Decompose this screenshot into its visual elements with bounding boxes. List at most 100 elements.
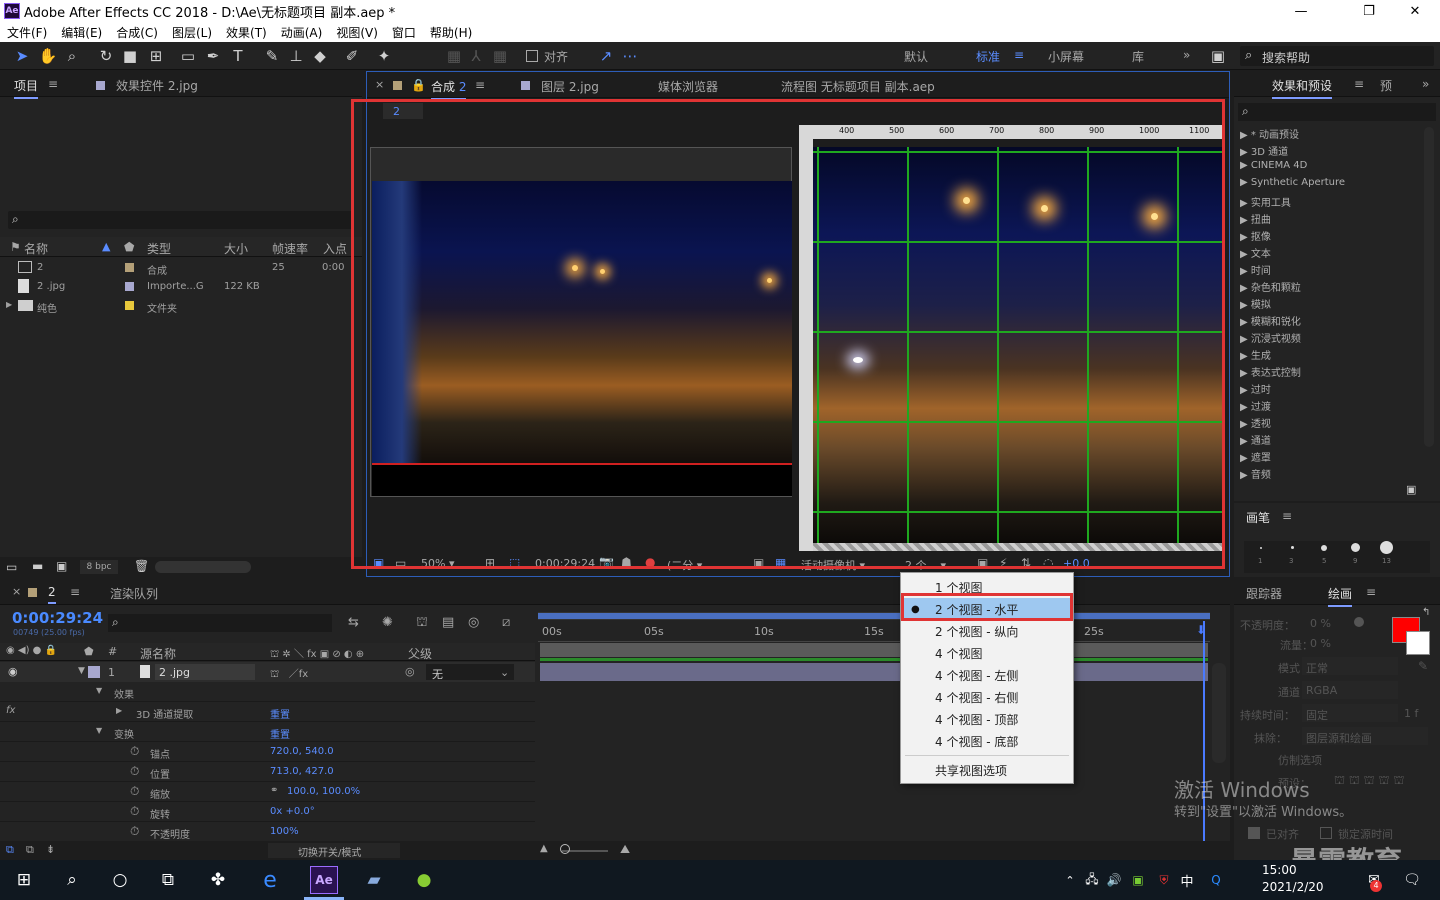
timeline-scrollbar[interactable] — [1212, 663, 1226, 763]
cortana-icon[interactable]: ○ — [106, 866, 134, 894]
eraser-tool-icon[interactable]: ◆ — [310, 46, 330, 66]
tab-layer[interactable]: 图层 2.jpg — [541, 78, 599, 95]
menu-edit[interactable]: 编辑(E) — [54, 24, 109, 41]
property-row[interactable]: ⏱ 锚点 720.0, 540.0 — [0, 742, 535, 762]
zoom-slider-handle[interactable] — [560, 844, 570, 854]
brush-tip[interactable] — [1351, 543, 1360, 552]
effects-category[interactable]: ▶ 表达式控制 — [1240, 364, 1301, 379]
property-value[interactable]: 713.0, 427.0 — [270, 766, 334, 777]
property-value[interactable]: 720.0, 540.0 — [270, 746, 334, 757]
collapse-arrow-icon[interactable]: ▼ — [96, 686, 102, 695]
property-row[interactable]: ⏱ 缩放 ⚭ 100.0, 100.0% — [0, 782, 535, 802]
effects-category[interactable]: ▶ 3D 通道 — [1240, 143, 1288, 158]
property-value[interactable]: 100.0, 100.0% — [287, 786, 360, 797]
effects-category[interactable]: ▶ 扭曲 — [1240, 211, 1271, 226]
brush-tip[interactable] — [1380, 541, 1393, 554]
pan-behind-tool-icon[interactable]: ⊞ — [146, 46, 166, 66]
project-search-input[interactable]: ⌕ — [8, 211, 352, 229]
lock-icon[interactable]: 🔒 — [411, 78, 426, 92]
layer-label-swatch[interactable] — [88, 666, 100, 678]
effects-category[interactable]: ▶ 过渡 — [1240, 398, 1271, 413]
menu-layer[interactable]: 图层(L) — [165, 24, 219, 41]
mode-dropdown[interactable]: 正常 — [1302, 657, 1398, 675]
col-name[interactable]: 名称 — [24, 240, 48, 257]
tab-media-browser[interactable]: 媒体浏览器 — [658, 78, 718, 95]
comp-menu-icon[interactable]: ≡ — [475, 78, 485, 92]
stopwatch-icon[interactable]: ⏱ — [130, 744, 139, 759]
project-item-footage[interactable]: 2 .jpg Importe...G 122 KB — [0, 277, 362, 296]
tab-effects-presets[interactable]: 效果和预设 — [1272, 77, 1333, 99]
shy-layers-icon[interactable]: ⛫ — [416, 615, 428, 632]
transfer-controls-icon[interactable]: ⧉ — [26, 843, 34, 857]
maximize-button[interactable]: ❐ — [1346, 0, 1392, 22]
effects-category[interactable]: ▶ 实用工具 — [1240, 194, 1291, 209]
effects-category[interactable]: ▶ 文本 — [1240, 245, 1271, 260]
menu-effect[interactable]: 效果(T) — [219, 24, 274, 41]
interpret-footage-icon[interactable]: ▭ — [6, 560, 17, 574]
zoom-tool-icon[interactable]: ⌕ — [62, 46, 82, 66]
hand-tool-icon[interactable]: ✋ — [38, 46, 58, 66]
menu-4-views-bottom[interactable]: 4 个视图 - 底部 — [901, 730, 1073, 752]
property-row[interactable]: ▼ 变换 重置 — [0, 722, 535, 742]
eyedropper-icon[interactable]: ✎ — [1418, 659, 1428, 673]
constrain-link-icon[interactable]: ⚭ — [270, 785, 278, 796]
graph-editor-icon[interactable]: ⧄ — [502, 615, 510, 630]
effects-category[interactable]: ▶ 模拟 — [1240, 296, 1271, 311]
in-out-icon[interactable]: ⇟ — [46, 843, 55, 856]
ime-indicator[interactable]: 中 — [1173, 866, 1201, 894]
project-scrollbar[interactable] — [155, 561, 251, 573]
effects-category[interactable]: ▶ 模糊和锐化 — [1240, 313, 1301, 328]
aligned-checkbox[interactable] — [1248, 827, 1260, 839]
workspace-library[interactable]: 库 — [1132, 48, 1144, 65]
bit-depth-button[interactable]: 8 bpc — [80, 560, 118, 574]
brush-tool-icon[interactable]: ✎ — [262, 46, 282, 66]
effects-category[interactable]: ▶ Synthetic Aperture — [1240, 177, 1345, 188]
eye-icon[interactable]: ◉ — [8, 665, 18, 678]
layer-duration-bar[interactable] — [540, 663, 1208, 681]
col-in[interactable]: 入点 — [323, 240, 347, 257]
ie-browser-icon[interactable]: e — [256, 866, 284, 894]
snap-grid-icon[interactable]: ⋯ — [620, 46, 640, 66]
channel-dropdown[interactable]: RGBA — [1302, 681, 1398, 699]
expand-arrow-icon[interactable]: ▶ — [116, 706, 122, 715]
brush-tip[interactable] — [1321, 545, 1327, 551]
expand-arrow-icon[interactable]: ▶ — [6, 300, 12, 309]
menu-4-views[interactable]: 4 个视图 — [901, 642, 1073, 664]
effects-menu-icon[interactable]: ≡ — [1354, 77, 1364, 91]
effects-category[interactable]: ▶ CINEMA 4D — [1240, 160, 1307, 171]
new-preset-icon[interactable]: ▣ — [1406, 483, 1416, 496]
tab-tracker[interactable]: 跟踪器 — [1246, 585, 1282, 602]
work-area-bar[interactable] — [538, 612, 1210, 620]
comp-duration-bar[interactable] — [540, 643, 1208, 657]
axis-view-icon[interactable]: ▦ — [490, 46, 510, 66]
frame-blending-icon[interactable]: ▤ — [442, 615, 454, 630]
property-row[interactable]: ⏱ 位置 713.0, 427.0 — [0, 762, 535, 782]
pinwheel-app-icon[interactable]: ✤ — [204, 866, 232, 894]
timeline-search-input[interactable]: ⌕ — [108, 614, 332, 632]
brush-tip[interactable] — [1260, 547, 1262, 549]
workspace-more-button[interactable]: » — [1183, 48, 1190, 62]
col-type[interactable]: 类型 — [147, 240, 171, 257]
effects-category[interactable]: ▶ 过时 — [1240, 381, 1271, 396]
effects-category[interactable]: ▶ 生成 — [1240, 347, 1271, 362]
fx-icon[interactable]: fx — [6, 705, 15, 716]
playhead-icon[interactable]: ⬇ — [1196, 623, 1206, 637]
effects-category[interactable]: ▶ 抠像 — [1240, 228, 1271, 243]
stopwatch-icon[interactable]: ⏱ — [130, 784, 139, 799]
search-icon[interactable]: ⌕ — [58, 866, 86, 894]
duration-frames[interactable]: 1 f — [1404, 707, 1418, 720]
flow-value[interactable]: 0 % — [1310, 637, 1331, 650]
col-parent[interactable]: 父级 — [408, 645, 432, 662]
collapse-arrow-icon[interactable]: ▼ — [96, 726, 102, 735]
sync-settings-icon[interactable]: ▣ — [1208, 46, 1228, 66]
comp-mini-flowchart-icon[interactable]: ⇆ — [348, 615, 359, 630]
effects-more-icon[interactable]: » — [1422, 77, 1429, 91]
opacity-value[interactable]: 0 % — [1310, 617, 1331, 630]
delete-icon[interactable]: 🗑 — [134, 559, 149, 573]
timeline-timecode[interactable]: 0:00:29:24 — [12, 609, 103, 627]
menu-4-views-left[interactable]: 4 个视图 - 左侧 — [901, 664, 1073, 686]
tab-effect-controls[interactable]: 效果控件 2.jpg — [116, 77, 198, 94]
layer-switches[interactable]: ⛫ ／fx — [270, 665, 308, 682]
menu-animation[interactable]: 动画(A) — [274, 24, 330, 41]
menu-share-view-options[interactable]: 共享视图选项 — [901, 759, 1073, 781]
